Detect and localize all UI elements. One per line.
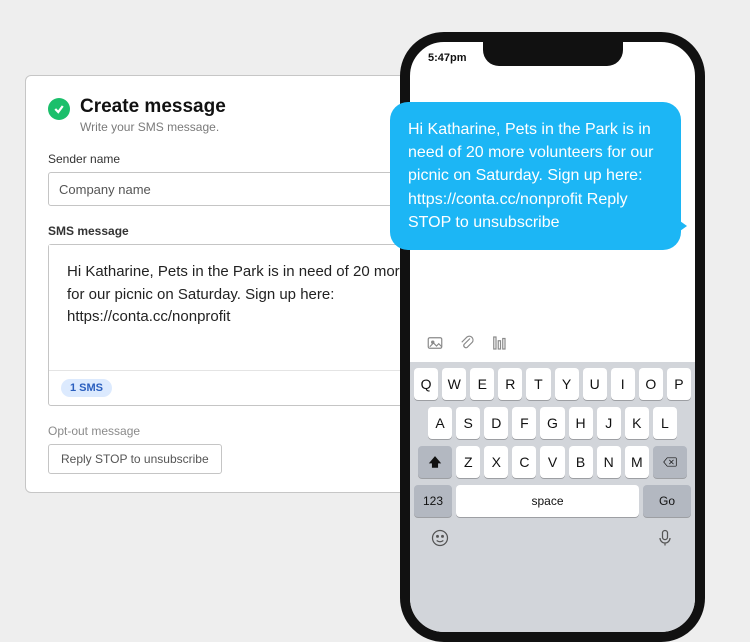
key-t[interactable]: T: [526, 368, 550, 400]
key-n[interactable]: N: [597, 446, 621, 478]
key-d[interactable]: D: [484, 407, 508, 439]
numbers-key[interactable]: 123: [414, 485, 452, 517]
key-a[interactable]: A: [428, 407, 452, 439]
go-key[interactable]: Go: [643, 485, 691, 517]
key-r[interactable]: R: [498, 368, 522, 400]
backspace-key[interactable]: [653, 446, 687, 478]
sms-count-badge: 1 SMS: [61, 379, 112, 397]
sms-preview-bubble: Hi Katharine, Pets in the Park is in nee…: [390, 102, 681, 250]
key-x[interactable]: X: [484, 446, 508, 478]
status-time: 5:47pm: [428, 52, 467, 64]
key-h[interactable]: H: [569, 407, 593, 439]
optout-value: Reply STOP to unsubscribe: [48, 444, 222, 474]
keyboard-bottom: [414, 524, 691, 548]
check-icon: [48, 98, 70, 120]
key-o[interactable]: O: [639, 368, 663, 400]
key-l[interactable]: L: [653, 407, 677, 439]
panel-subtitle: Write your SMS message.: [80, 120, 226, 134]
key-z[interactable]: Z: [456, 446, 480, 478]
key-c[interactable]: C: [512, 446, 536, 478]
keyboard-row-4: 123 space Go: [414, 485, 691, 517]
key-k[interactable]: K: [625, 407, 649, 439]
key-g[interactable]: G: [540, 407, 564, 439]
key-q[interactable]: Q: [414, 368, 438, 400]
image-icon[interactable]: [426, 334, 444, 352]
keyboard-row-3: ZXCVBNM: [414, 446, 691, 478]
key-j[interactable]: J: [597, 407, 621, 439]
keyboard: QWERTYUIOP ASDFGHJKL ZXCVBNM 123 space G…: [410, 362, 695, 632]
key-v[interactable]: V: [540, 446, 564, 478]
space-key[interactable]: space: [456, 485, 639, 517]
key-y[interactable]: Y: [555, 368, 579, 400]
attachment-row: [426, 334, 508, 352]
mic-icon[interactable]: [655, 528, 675, 548]
keyboard-row-2: ASDFGHJKL: [414, 407, 691, 439]
key-e[interactable]: E: [470, 368, 494, 400]
status-bar: 5:47pm: [410, 48, 695, 68]
key-m[interactable]: M: [625, 446, 649, 478]
key-s[interactable]: S: [456, 407, 480, 439]
poll-icon[interactable]: [490, 334, 508, 352]
key-w[interactable]: W: [442, 368, 466, 400]
panel-title: Create message: [80, 96, 226, 118]
phone-mockup: 5:47pm Hi Katharine, Pets in the Park is…: [400, 32, 705, 642]
key-i[interactable]: I: [611, 368, 635, 400]
key-u[interactable]: U: [583, 368, 607, 400]
key-f[interactable]: F: [512, 407, 536, 439]
emoji-icon[interactable]: [430, 528, 450, 548]
keyboard-row-1: QWERTYUIOP: [414, 368, 691, 400]
key-b[interactable]: B: [569, 446, 593, 478]
attachment-icon[interactable]: [458, 334, 476, 352]
key-p[interactable]: P: [667, 368, 691, 400]
shift-key[interactable]: [418, 446, 452, 478]
